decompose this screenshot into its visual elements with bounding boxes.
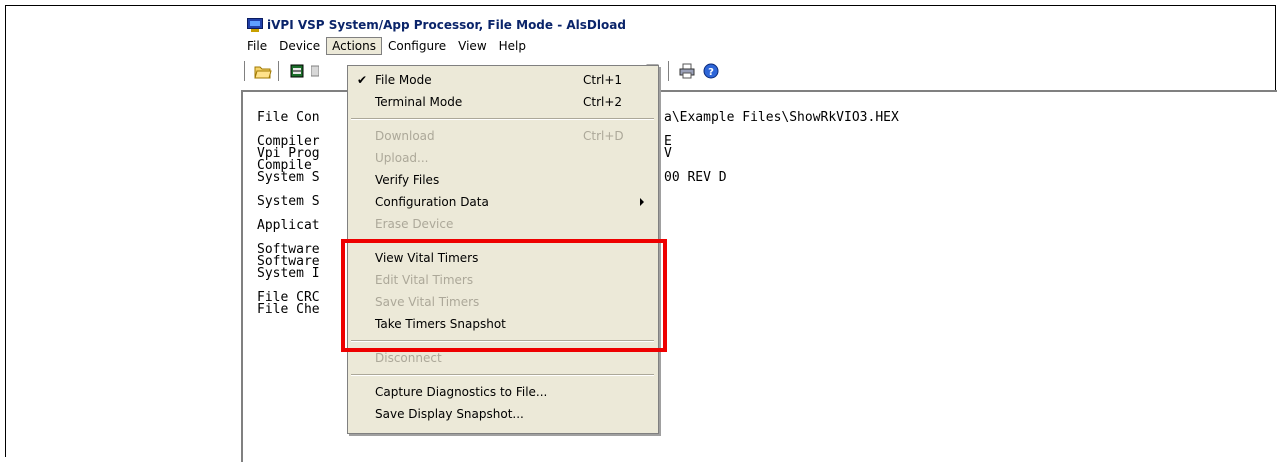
console-line: System S bbox=[257, 194, 320, 209]
menu-help[interactable]: Help bbox=[493, 37, 532, 55]
menu-item-label: Capture Diagnostics to File... bbox=[375, 385, 548, 399]
menu-item-label: Verify Files bbox=[375, 173, 440, 187]
menu-item-label: Save Display Snapshot... bbox=[375, 407, 524, 421]
console-line: File Che bbox=[257, 302, 320, 317]
console-line-fragment bbox=[664, 124, 899, 136]
menu-actions[interactable]: Actions bbox=[326, 37, 382, 55]
menu-item-save-display-snapshot[interactable]: Save Display Snapshot... bbox=[348, 403, 658, 425]
check-mark-icon: ✔ bbox=[356, 73, 368, 87]
menu-bar: File Device Actions Configure View Help bbox=[241, 36, 1277, 56]
menu-item-label: Disconnect bbox=[375, 351, 442, 365]
console-line-fragment bbox=[664, 280, 899, 292]
terminal-icon[interactable] bbox=[311, 61, 319, 81]
menu-item-shortcut: Ctrl+2 bbox=[583, 95, 623, 109]
console-line-fragment: 00 REV D bbox=[664, 170, 727, 185]
menu-item-label: Erase Device bbox=[375, 217, 454, 231]
console-line-fragment: a\Example Files\ShowRkVIO3.HEX bbox=[664, 110, 899, 125]
console-line-fragment bbox=[664, 184, 899, 196]
menu-item-verify-files[interactable]: Verify Files bbox=[348, 169, 658, 191]
menu-item-shortcut: Ctrl+D bbox=[583, 129, 624, 143]
console-line-fragment bbox=[664, 244, 899, 256]
chip-icon[interactable] bbox=[287, 61, 307, 81]
menu-item-shortcut: Ctrl+1 bbox=[583, 73, 623, 87]
menu-item-file-mode[interactable]: ✔ File Mode Ctrl+1 bbox=[348, 69, 658, 91]
svg-text:?: ? bbox=[708, 67, 714, 78]
menu-separator bbox=[351, 374, 654, 376]
menu-item-label: Terminal Mode bbox=[375, 95, 463, 109]
menu-configure[interactable]: Configure bbox=[382, 37, 452, 55]
console-line-fragment bbox=[664, 292, 899, 304]
console-line-fragment bbox=[664, 196, 899, 208]
menu-item-configuration-data[interactable]: Configuration Data bbox=[348, 191, 658, 213]
menu-device[interactable]: Device bbox=[273, 37, 326, 55]
console-line: System I bbox=[257, 266, 320, 281]
toolbar-separator bbox=[278, 61, 282, 81]
toolbar-separator bbox=[668, 61, 672, 81]
console-line-fragment bbox=[664, 268, 899, 280]
console-text-right: a\Example Files\ShowRkVIO3.HEX E V 00 REV D bbox=[664, 110, 899, 316]
menu-item-label: Download bbox=[375, 129, 435, 143]
menu-view[interactable]: View bbox=[452, 37, 492, 55]
console-text: File Con Compiler Vpi Prog Compile System S… bbox=[257, 110, 320, 317]
console-line-fragment: V bbox=[664, 146, 672, 161]
menu-item-capture-diagnostics-to-file[interactable]: Capture Diagnostics to File... bbox=[348, 381, 658, 403]
console-line-fragment: E bbox=[664, 134, 672, 149]
window-title: iVPI VSP System/App Processor, File Mode… bbox=[267, 18, 626, 32]
submenu-arrow-icon bbox=[640, 198, 644, 206]
menu-item-erase-device[interactable]: Erase Device bbox=[348, 213, 658, 235]
menu-item-download[interactable]: Download Ctrl+D bbox=[348, 125, 658, 147]
console-line-fragment bbox=[664, 208, 899, 220]
menu-file[interactable]: File bbox=[241, 37, 273, 55]
console-line: Applicat bbox=[257, 218, 320, 233]
console-line-fragment bbox=[664, 220, 899, 232]
menu-item-label: File Mode bbox=[375, 73, 432, 87]
app-icon bbox=[247, 18, 263, 32]
menu-item-upload[interactable]: Upload... bbox=[348, 147, 658, 169]
console-line: File Con bbox=[257, 110, 320, 125]
highlight-box bbox=[341, 239, 667, 352]
console-line-fragment bbox=[664, 304, 899, 316]
console-line-fragment bbox=[664, 232, 899, 244]
console-line: System S bbox=[257, 170, 320, 185]
open-folder-icon[interactable] bbox=[253, 61, 273, 81]
menu-item-terminal-mode[interactable]: Terminal Mode Ctrl+2 bbox=[348, 91, 658, 113]
title-bar: iVPI VSP System/App Processor, File Mode… bbox=[241, 14, 661, 36]
menu-item-label: Upload... bbox=[375, 151, 429, 165]
help-icon[interactable]: ? bbox=[701, 61, 721, 81]
printer-icon[interactable] bbox=[677, 61, 697, 81]
menu-item-label: Configuration Data bbox=[375, 195, 489, 209]
menu-separator bbox=[351, 118, 654, 120]
console-line-fragment bbox=[664, 256, 899, 268]
toolbar-separator bbox=[244, 61, 248, 81]
